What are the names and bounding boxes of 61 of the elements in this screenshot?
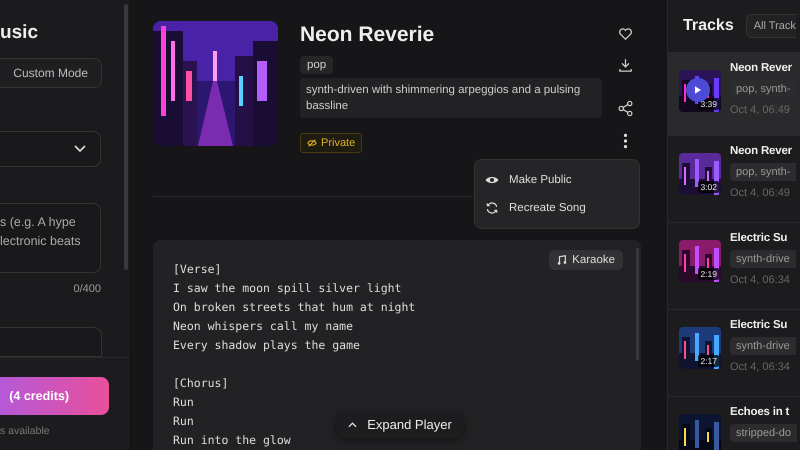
track-row[interactable]: 3:39 Neon Rever pop, synth- Oct 4, 06:49 [668, 53, 800, 136]
visibility-label: Private [321, 137, 356, 149]
download-icon[interactable] [616, 57, 634, 74]
track-row[interactable]: 2:17 Electric Su synth-drive Oct 4, 06:34 [668, 310, 800, 397]
track-date: Oct 4, 06:49 [730, 104, 791, 116]
refresh-icon [485, 201, 499, 215]
track-row[interactable]: 3:02 Neon Rever pop, synth- Oct 4, 06:49 [668, 136, 800, 223]
custom-mode-button[interactable]: Custom Mode [0, 58, 102, 88]
menu-item[interactable]: Make Public [475, 166, 639, 194]
music-note-icon [557, 255, 568, 265]
visibility-badge[interactable]: Private [300, 133, 362, 153]
track-tags: pop, synth- [730, 163, 796, 181]
expand-player-button[interactable]: Expand Player [336, 411, 464, 438]
lyric-line: I saw the moon spill silver light [173, 280, 402, 297]
share-icon[interactable] [616, 100, 634, 117]
track-date: Oct 4, 06:34 [730, 274, 791, 286]
char-count: 0/400 [72, 282, 101, 295]
karaoke-button[interactable]: Karaoke [549, 250, 623, 270]
heart-icon[interactable] [616, 25, 634, 42]
lyric-line: Run into the glow [173, 432, 291, 449]
tracks-title: Tracks [683, 17, 734, 35]
track-title: Echoes in t [730, 406, 790, 418]
duration-badge: 3:02 [698, 181, 719, 193]
play-icon [695, 86, 701, 94]
track-tags: synth-drive [730, 337, 796, 355]
lyric-line: Run [173, 413, 194, 430]
more-icon[interactable] [622, 133, 628, 149]
credits-note: s available [0, 425, 51, 437]
panel-title: usic [0, 22, 40, 44]
input-field[interactable] [0, 326, 102, 357]
lyric-line: [Verse] [173, 261, 222, 278]
lyric-line: On broken streets that hum at night [173, 299, 416, 316]
duration-badge: 2:19 [698, 268, 719, 280]
track-title: Neon Rever [730, 145, 793, 157]
track-tags: stripped-do [730, 424, 798, 442]
genre-tag: pop [300, 56, 334, 74]
song-title: Neon Reverie [300, 23, 436, 47]
song-description: synth-driven with shimmering arpeggios and a pulsing bassline [300, 78, 602, 118]
track-row[interactable]: Echoes in t stripped-do [668, 397, 800, 450]
chevron-up-icon [348, 422, 358, 428]
track-tags: synth-drive [730, 250, 796, 268]
track-title: Neon Rever [730, 62, 793, 74]
track-title: Electric Su [730, 319, 788, 331]
lyric-line: Neon whispers call my name [173, 318, 354, 335]
track-date: Oct 4, 06:49 [730, 187, 791, 199]
duration-badge: 2:17 [698, 355, 719, 367]
track-date: Oct 4, 06:34 [730, 361, 791, 373]
create-button[interactable]: (4 credits) [0, 377, 109, 415]
filter-button[interactable]: All Track [746, 14, 796, 38]
chevron-down-icon [74, 145, 86, 154]
track-row[interactable]: 2:19 Electric Su synth-drive Oct 4, 06:34 [668, 223, 800, 310]
scrollbar[interactable] [124, 4, 128, 270]
menu-item[interactable]: Recreate Song [475, 194, 639, 222]
eye-off-icon [307, 138, 317, 148]
lyric-line: Every shadow plays the game [173, 337, 360, 354]
dropdown-field[interactable] [0, 131, 101, 167]
lyric-line: [Chorus] [173, 375, 228, 392]
track-title: Electric Su [730, 232, 788, 244]
duration-badge: 3:39 [698, 98, 719, 110]
lyric-line: Run [173, 394, 194, 411]
prompt-field[interactable]: s (e.g. A hype lectronic beats [0, 202, 101, 273]
